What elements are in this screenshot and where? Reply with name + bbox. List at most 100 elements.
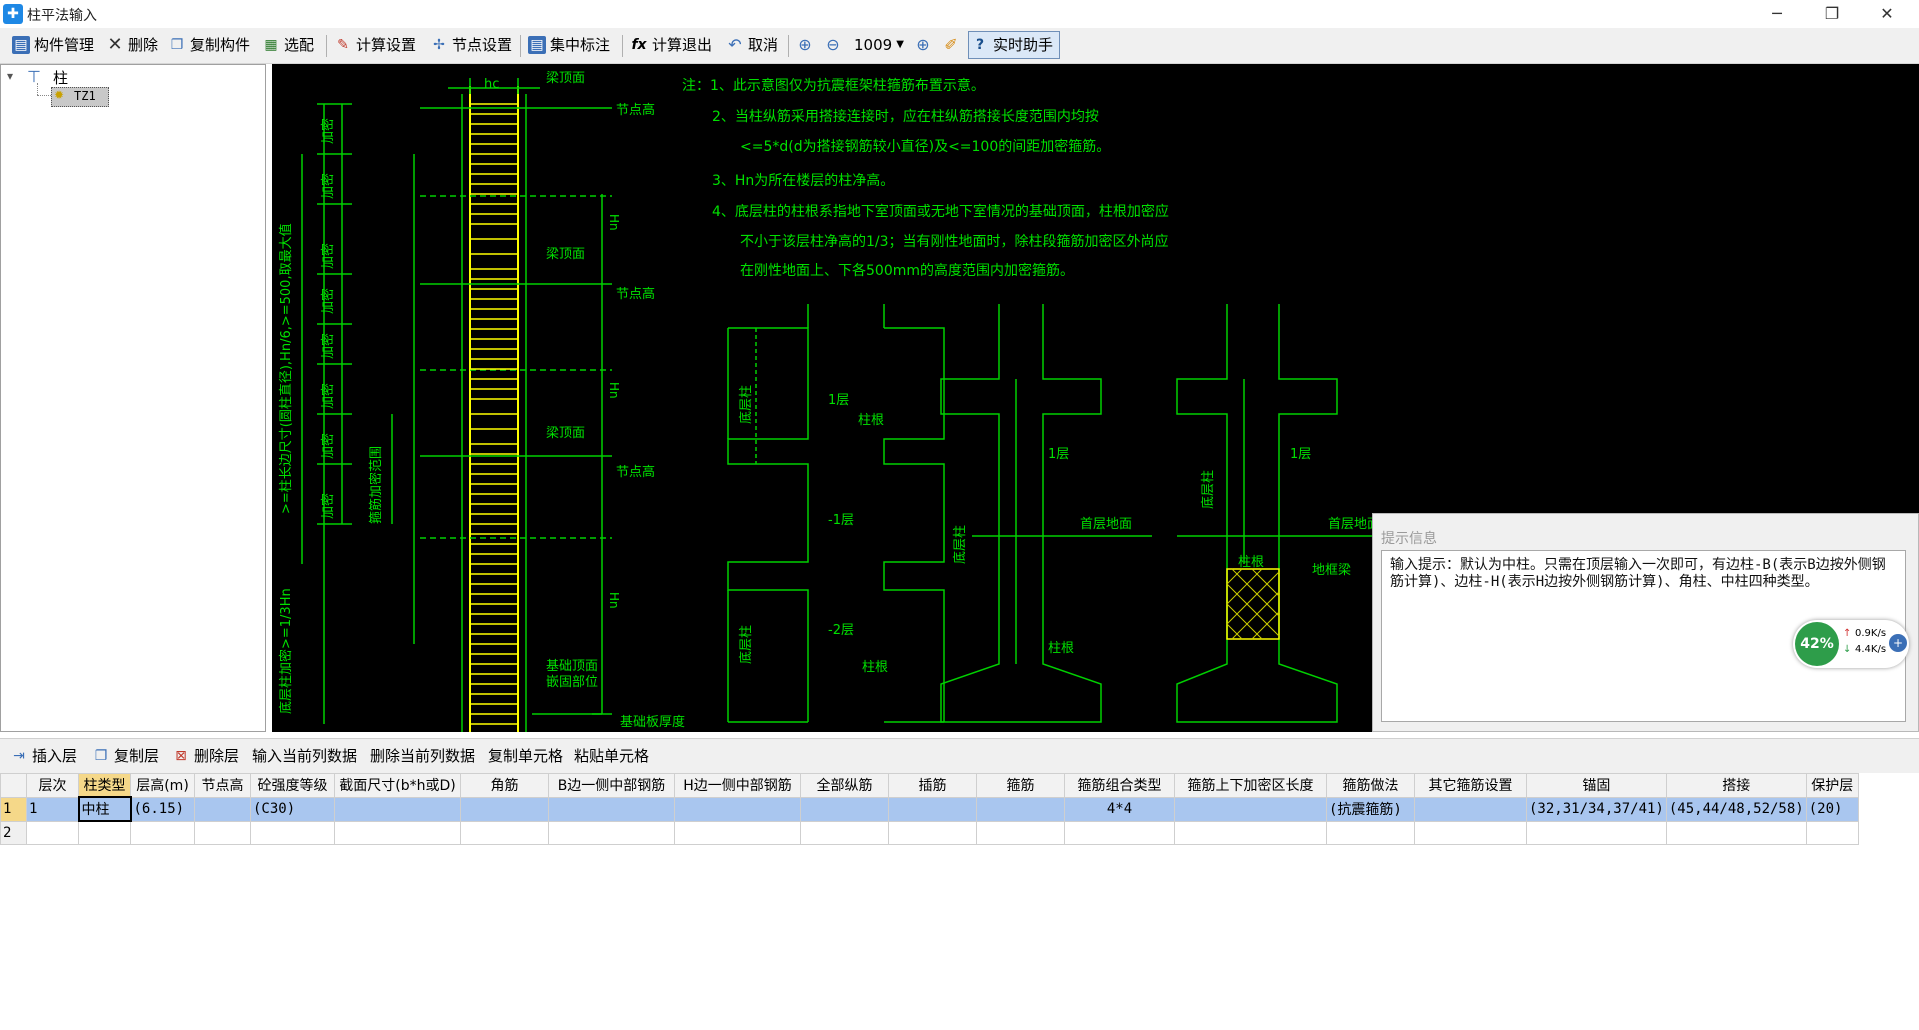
col-header[interactable]: 搭接 bbox=[1665, 773, 1807, 798]
table-cell[interactable] bbox=[1414, 796, 1527, 822]
toolbar-divider bbox=[326, 35, 327, 57]
zoom-out-button[interactable]: ⊖ bbox=[824, 33, 842, 57]
col-header[interactable]: 层次 bbox=[26, 773, 79, 798]
col-header[interactable]: 砼强度等级 bbox=[250, 773, 335, 798]
table-cell[interactable] bbox=[194, 820, 251, 845]
col-header[interactable]: 节点高 bbox=[194, 773, 251, 798]
table-cell[interactable] bbox=[1414, 820, 1527, 845]
tree-root-label[interactable]: 柱 bbox=[53, 67, 68, 88]
table-cell[interactable] bbox=[888, 796, 977, 822]
table-cell[interactable] bbox=[334, 820, 461, 845]
col-header[interactable]: 箍筋 bbox=[976, 773, 1065, 798]
network-widget[interactable]: 42% ↑ 0.9K/s ↓ 4.4K/s + bbox=[1793, 620, 1909, 668]
table-cell-active[interactable]: 中柱 bbox=[77, 796, 132, 822]
tree-collapse-icon[interactable]: ▾ bbox=[7, 69, 13, 83]
table-cell[interactable] bbox=[460, 796, 549, 822]
tree-item-tz1[interactable]: ✹ TZ1 bbox=[51, 87, 109, 107]
delete-x-icon: ✕ bbox=[107, 34, 123, 55]
table-cell[interactable] bbox=[130, 820, 195, 845]
delete-button[interactable]: ✕ 删除 bbox=[106, 33, 158, 57]
table-cell[interactable]: (6.15) bbox=[130, 796, 195, 822]
col-header[interactable]: 全部纵筋 bbox=[800, 773, 889, 798]
table-cell[interactable] bbox=[674, 820, 801, 845]
component-manager-button[interactable]: ▤ 构件管理 bbox=[12, 33, 94, 57]
table-cell[interactable] bbox=[548, 796, 675, 822]
col-header[interactable] bbox=[0, 773, 27, 798]
paint-icon: ✐ bbox=[944, 35, 958, 54]
table-cell[interactable]: (抗震箍筋) bbox=[1326, 796, 1415, 822]
insert-layer-button[interactable]: ⇥ 插入层 bbox=[10, 744, 77, 768]
table-cell[interactable]: (20) bbox=[1805, 796, 1859, 822]
table-cell[interactable] bbox=[1174, 820, 1327, 845]
delete-column-data-button[interactable]: 删除当前列数据 bbox=[370, 744, 475, 768]
row-number[interactable]: 1 bbox=[0, 796, 27, 822]
close-button[interactable]: ✕ bbox=[1865, 2, 1909, 26]
col-header[interactable]: H边一侧中部钢筋 bbox=[674, 773, 801, 798]
table-cell[interactable]: 4*4 bbox=[1064, 796, 1175, 822]
table-cell[interactable] bbox=[976, 820, 1065, 845]
table-cell[interactable]: (45,44/48,52/58) bbox=[1665, 796, 1807, 822]
table-cell[interactable] bbox=[78, 820, 131, 845]
table-cell[interactable] bbox=[674, 796, 801, 822]
table-cell[interactable] bbox=[1326, 820, 1415, 845]
col-header[interactable]: 保护层 bbox=[1805, 773, 1859, 798]
table-cell[interactable] bbox=[976, 796, 1065, 822]
widget-plus-icon[interactable]: + bbox=[1889, 634, 1907, 652]
table-cell[interactable] bbox=[250, 820, 335, 845]
delete-layer-button[interactable]: ⊠ 删除层 bbox=[172, 744, 239, 768]
annotation-button[interactable]: ▤ 集中标注 bbox=[528, 33, 610, 57]
stirrup-range-label: 箍筋加密范围 bbox=[368, 446, 384, 524]
realtime-assistant-button[interactable]: ? 实时助手 bbox=[968, 31, 1061, 59]
col-header[interactable]: 箍筋组合类型 bbox=[1064, 773, 1175, 798]
table-cell[interactable] bbox=[1526, 820, 1667, 845]
zoom-in-icon: ⊕ bbox=[798, 35, 812, 54]
col-header[interactable]: 柱类型 bbox=[78, 773, 131, 798]
col-header[interactable]: 其它箍筋设置 bbox=[1414, 773, 1527, 798]
table-cell[interactable] bbox=[194, 796, 251, 822]
table-cell[interactable] bbox=[548, 820, 675, 845]
ground-beam-label: 地框梁 bbox=[1312, 563, 1351, 578]
calc-exit-button[interactable]: fx 计算退出 bbox=[630, 33, 712, 57]
table-cell[interactable] bbox=[800, 796, 889, 822]
col-header[interactable]: 锚固 bbox=[1526, 773, 1667, 798]
table-cell[interactable] bbox=[26, 820, 79, 845]
table-cell[interactable] bbox=[1805, 820, 1859, 845]
col-header[interactable]: 角筋 bbox=[460, 773, 549, 798]
copy-layer-button[interactable]: ❐ 复制层 bbox=[92, 744, 159, 768]
download-arrow-icon: ↓ bbox=[1843, 644, 1852, 655]
paste-cell-button[interactable]: 粘贴单元格 bbox=[574, 744, 649, 768]
calc-settings-button[interactable]: ✎ 计算设置 bbox=[334, 33, 416, 57]
col-header[interactable]: 插筋 bbox=[888, 773, 977, 798]
table-cell[interactable] bbox=[334, 796, 461, 822]
table-cell[interactable] bbox=[800, 820, 889, 845]
copy-cell-button[interactable]: 复制单元格 bbox=[488, 744, 563, 768]
table-cell[interactable]: (32,31/34,37/41) bbox=[1526, 796, 1667, 822]
table-cell[interactable] bbox=[1665, 820, 1807, 845]
node-settings-icon: ✢ bbox=[433, 37, 445, 53]
zoom-select[interactable]: 1009 ▼ bbox=[854, 33, 904, 57]
zoom-fit-button[interactable]: ⊕ bbox=[914, 33, 932, 57]
table-cell[interactable] bbox=[460, 820, 549, 845]
col-header[interactable]: B边一侧中部钢筋 bbox=[548, 773, 675, 798]
table-cell[interactable] bbox=[888, 820, 977, 845]
table-row[interactable]: 2 bbox=[0, 820, 1859, 845]
table-cell[interactable]: 1 bbox=[26, 796, 79, 822]
cancel-button[interactable]: ↶ 取消 bbox=[726, 33, 778, 57]
col-header[interactable]: 层高(m) bbox=[130, 773, 195, 798]
row-number[interactable]: 2 bbox=[0, 820, 27, 845]
input-column-data-button[interactable]: 输入当前列数据 bbox=[252, 744, 357, 768]
copy-component-button[interactable]: ❐ 复制构件 bbox=[168, 33, 250, 57]
col-header[interactable]: 箍筋上下加密区长度 bbox=[1174, 773, 1327, 798]
minimize-button[interactable]: ─ bbox=[1755, 2, 1799, 26]
zoom-in-button[interactable]: ⊕ bbox=[796, 33, 814, 57]
col-header[interactable]: 箍筋做法 bbox=[1326, 773, 1415, 798]
restore-button[interactable]: ❐ bbox=[1810, 2, 1854, 26]
table-cell[interactable]: (C30) bbox=[250, 796, 335, 822]
select-config-button[interactable]: ▦ 选配 bbox=[262, 33, 314, 57]
node-settings-button[interactable]: ✢ 节点设置 bbox=[430, 33, 512, 57]
table-cell[interactable] bbox=[1174, 796, 1327, 822]
table-cell[interactable] bbox=[1064, 820, 1175, 845]
col-header[interactable]: 截面尺寸(b*h或D) bbox=[334, 773, 461, 798]
table-row[interactable]: 1 1 中柱 (6.15) (C30) 4*4 (抗震箍筋) (32,31/34… bbox=[0, 796, 1859, 822]
tool-button[interactable]: ✐ bbox=[942, 33, 960, 57]
